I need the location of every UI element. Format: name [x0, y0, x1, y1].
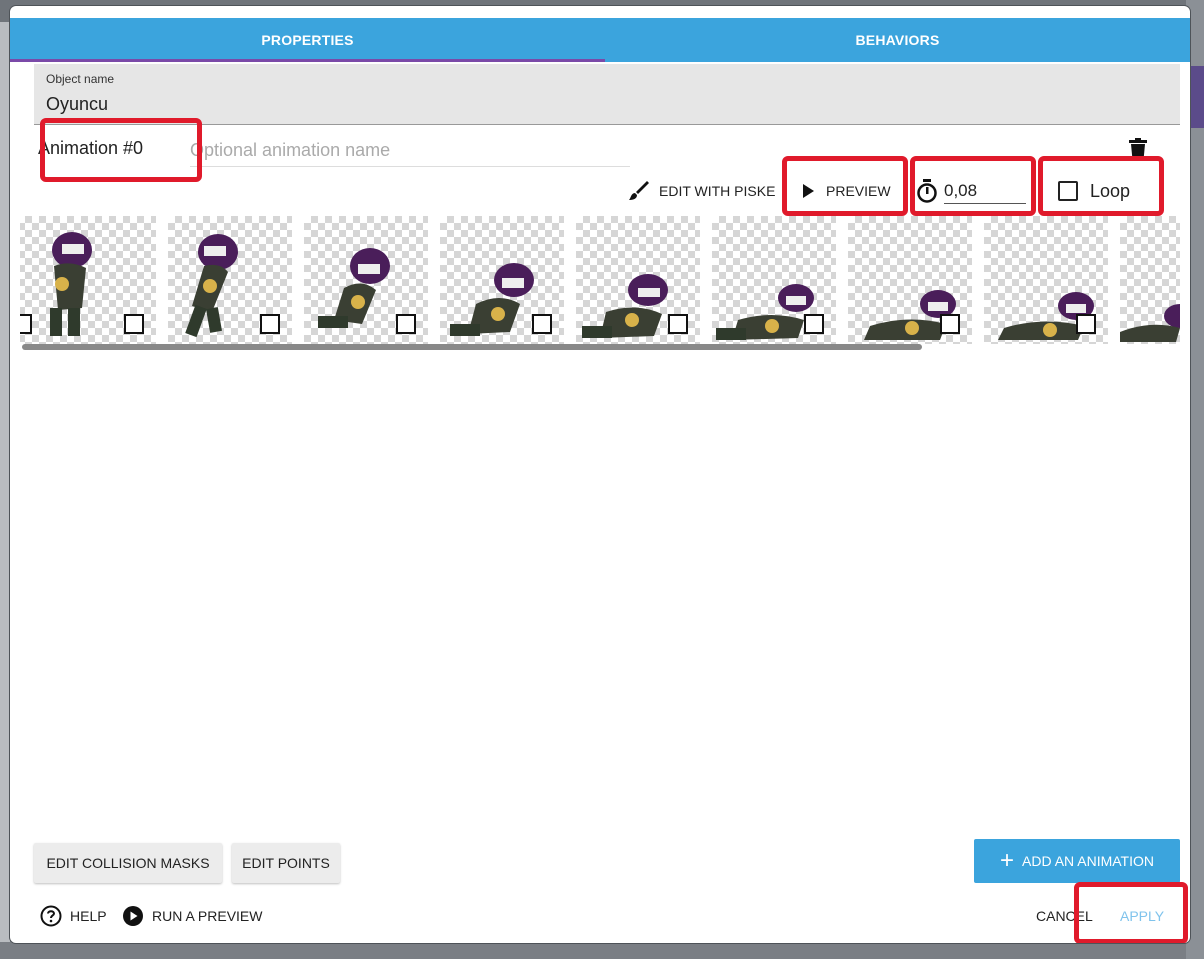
highlight-apply: [1074, 882, 1188, 943]
frame-select-checkbox[interactable]: [260, 314, 280, 334]
frame-thumbnail[interactable]: [984, 216, 1108, 344]
tab-bar: PROPERTIES BEHAVIORS: [10, 18, 1190, 62]
frame-select-checkbox[interactable]: [532, 314, 552, 334]
frame-select-checkbox[interactable]: [668, 314, 688, 334]
ninja-sprite-icon: [1120, 304, 1180, 342]
frame-strip-scrollbar[interactable]: [22, 344, 922, 350]
frame-thumbnail[interactable]: [168, 216, 292, 344]
frame-thumbnail[interactable]: [1120, 216, 1180, 344]
frame-thumbnail[interactable]: [32, 216, 156, 344]
run-preview-button[interactable]: RUN A PREVIEW: [122, 901, 262, 931]
frame-strip: [20, 216, 1180, 348]
active-tab-indicator: [10, 59, 605, 62]
edit-points-button[interactable]: EDIT POINTS: [232, 843, 340, 883]
tab-behaviors[interactable]: BEHAVIORS: [605, 18, 1190, 62]
highlight-loop: [1038, 156, 1164, 216]
frame-select-checkbox[interactable]: [124, 314, 144, 334]
edit-collision-masks-button[interactable]: EDIT COLLISION MASKS: [34, 843, 222, 883]
play-circle-icon: [123, 906, 143, 926]
edit-with-piskel-label: EDIT WITH PISKE: [659, 183, 776, 199]
frame-thumbnail[interactable]: [440, 216, 564, 344]
highlight-preview: [782, 156, 908, 216]
frame-select-checkbox[interactable]: [940, 314, 960, 334]
frame-select-checkbox[interactable]: [396, 314, 416, 334]
frame-select-checkbox[interactable]: [20, 314, 32, 334]
add-animation-button[interactable]: + ADD AN ANIMATION: [974, 839, 1180, 883]
frame-thumbnail[interactable]: [712, 216, 836, 344]
plus-icon: +: [1000, 847, 1015, 874]
edit-with-piskel-button[interactable]: EDIT WITH PISKE: [627, 176, 775, 206]
object-name-value[interactable]: Oyuncu: [46, 94, 108, 115]
animation-name-input[interactable]: [190, 134, 630, 167]
frame-thumbnail[interactable]: [304, 216, 428, 344]
highlight-animation-title: [40, 118, 202, 182]
frame-select-checkbox[interactable]: [804, 314, 824, 334]
background-window-edge: [0, 22, 10, 942]
help-icon: [40, 905, 62, 927]
object-name-field[interactable]: Object name Oyuncu: [34, 64, 1180, 125]
paintbrush-icon: [629, 181, 649, 200]
add-animation-label: ADD AN ANIMATION: [1022, 853, 1154, 869]
highlight-frame-duration: [910, 156, 1036, 216]
help-label: HELP: [70, 908, 107, 924]
frame-thumbnail[interactable]: [576, 216, 700, 344]
object-name-label: Object name: [46, 72, 115, 86]
frame-thumbnail[interactable]: [848, 216, 972, 344]
tab-properties[interactable]: PROPERTIES: [10, 18, 605, 62]
frame-select-checkbox[interactable]: [1076, 314, 1096, 334]
run-preview-label: RUN A PREVIEW: [152, 908, 263, 924]
object-editor-dialog: PROPERTIES BEHAVIORS Object name Oyuncu …: [10, 6, 1190, 943]
help-button[interactable]: HELP: [40, 901, 107, 931]
